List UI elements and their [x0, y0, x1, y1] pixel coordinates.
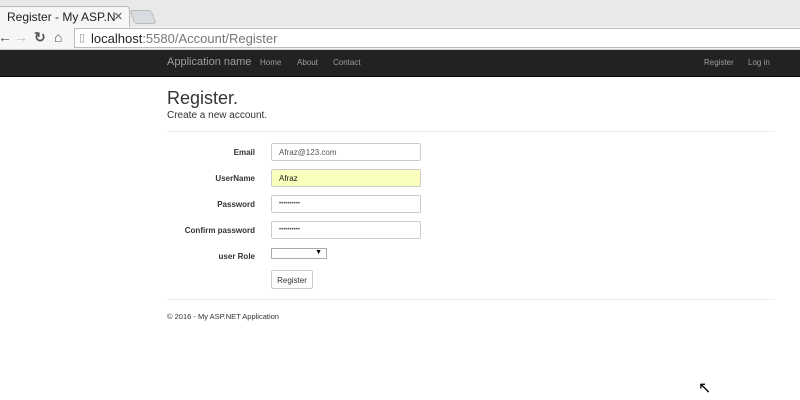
close-tab-icon[interactable]: ✕ [114, 10, 123, 23]
navbar: Application name Home About Contact Regi… [0, 50, 800, 77]
password-field[interactable]: •••••••••• [271, 195, 421, 213]
nav-home[interactable]: Home [260, 58, 281, 67]
dropdown-arrow-icon: ▼ [315, 249, 322, 256]
confirm-password-label: Confirm password [184, 226, 255, 235]
tab-title: Register - My ASP.N [7, 10, 116, 24]
username-label: UserName [215, 174, 255, 183]
browser-toolbar: ← → ↻ ⌂ ▯ localhost:5580/Account/Register [0, 27, 800, 50]
nav-about[interactable]: About [297, 58, 318, 67]
divider [167, 131, 775, 132]
page-subtitle: Create a new account. [167, 110, 268, 121]
footer-text: © 2016 - My ASP.NET Application [167, 312, 279, 321]
page-title: Register. [167, 88, 239, 108]
url-host: localhost [91, 31, 143, 46]
register-button[interactable]: Register [271, 270, 313, 289]
nav-register[interactable]: Register [704, 58, 734, 67]
email-label: Email [233, 148, 255, 157]
brand-link[interactable]: Application name [167, 56, 251, 68]
back-icon[interactable]: ← [0, 29, 12, 45]
nav-contact[interactable]: Contact [333, 58, 361, 67]
user-role-label: user Role [218, 252, 255, 261]
new-tab-button[interactable] [129, 10, 157, 24]
url-path: :5580/Account/Register [142, 31, 278, 46]
footer-divider [167, 299, 775, 300]
forward-icon[interactable]: → [14, 29, 28, 45]
address-bar[interactable]: ▯ localhost:5580/Account/Register [74, 28, 800, 48]
mouse-cursor-icon: ↖ [698, 380, 712, 397]
browser-tabbar: Register - My ASP.N ✕ [0, 0, 800, 28]
confirm-password-field[interactable]: •••••••••• [271, 221, 421, 239]
nav-login[interactable]: Log in [748, 58, 770, 67]
browser-tab[interactable]: Register - My ASP.N ✕ [0, 6, 130, 28]
username-field[interactable]: Afraz [271, 169, 421, 187]
reload-icon[interactable]: ↻ [34, 29, 46, 46]
page-icon: ▯ [79, 32, 86, 44]
user-role-select[interactable]: ▼ [271, 248, 327, 259]
home-icon[interactable]: ⌂ [54, 29, 62, 45]
email-field[interactable]: Afraz@123.com [271, 143, 421, 161]
password-label: Password [217, 200, 255, 209]
